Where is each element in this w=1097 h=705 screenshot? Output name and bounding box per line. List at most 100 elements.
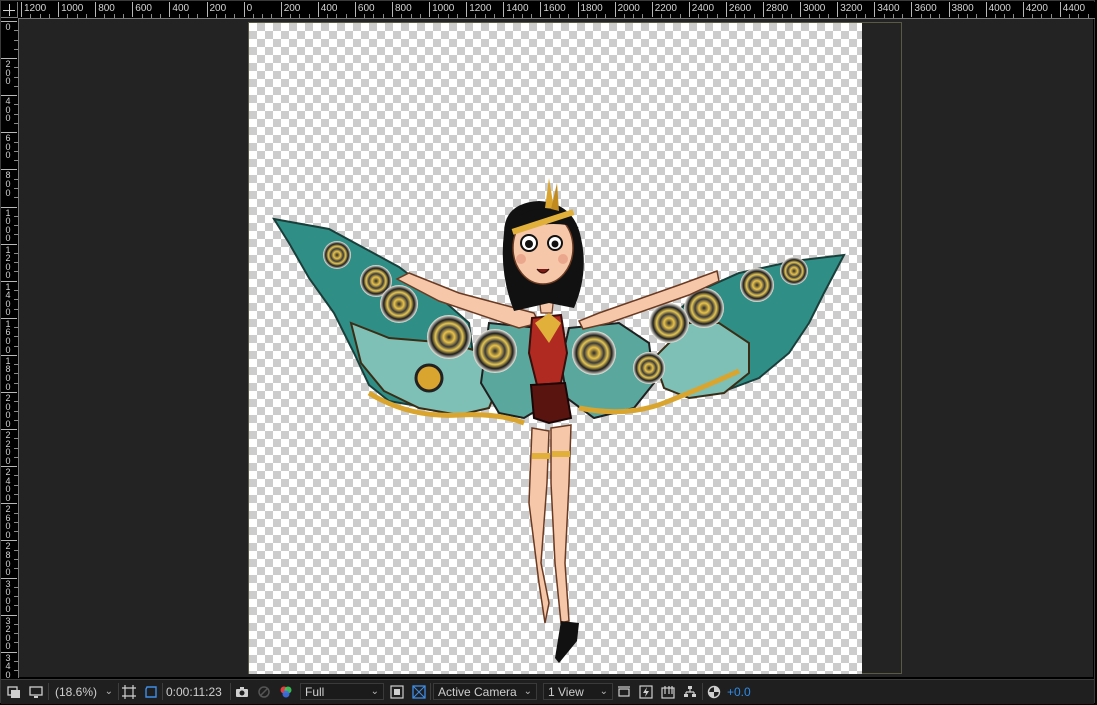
pixel-aspect-icon[interactable] [617,683,631,700]
ruler-tick-text: 2800 [5,541,11,578]
rgb-channel-icon[interactable] [279,683,293,700]
ruler-tick-text: 1000 [5,207,11,244]
camera-view-dropdown[interactable]: Active Camera ⌄ [433,683,537,700]
composition-viewport[interactable] [19,19,1093,677]
chevron-down-icon: ⌄ [370,686,379,697]
mask-visibility-icon[interactable] [144,683,158,700]
ruler-tick-text: 1000 [61,3,84,14]
ruler-tick-text: 3400 [5,652,11,678]
chevron-down-icon: ⌄ [523,686,532,697]
ruler-tick-text: 1200 [5,244,11,281]
horizontal-ruler[interactable]: 1200 1000 800 600 400 200 0 200 400 600 800 1000 120… [18,2,1095,19]
camera-icon[interactable] [235,683,249,700]
chevron-down-icon: ⌄ [599,686,608,697]
fairy-head [502,178,584,311]
ruler-tick-text: 3200 [5,615,11,652]
ruler-tick-text: 1600 [543,3,566,14]
ruler-tick-label: 0 [243,2,252,17]
fairy-artwork-layer[interactable] [249,23,862,674]
ruler-tick-label: 1600 [540,2,566,17]
region-of-interest-icon[interactable] [390,683,404,700]
ruler-tick-text: 3000 [5,578,11,615]
resolution-dropdown[interactable]: Full ⌄ [300,683,384,700]
ruler-tick-text: 1200 [469,3,492,14]
transparency-grid-icon[interactable] [412,683,426,700]
magnification-dropdown[interactable]: (18.6%) ⌄ [51,683,117,700]
ruler-tick-label: 3800 [948,2,974,17]
ruler-tick-text: 400 [5,96,11,124]
ruler-tick-label: 200 [206,2,226,17]
ruler-tick-text: 2000 [5,393,11,429]
ruler-tick-label: 600 [354,2,375,17]
ruler-tick-text: 200 [283,3,301,14]
reset-exposure-icon[interactable] [707,683,721,700]
ruler-tick-text: 1000 [432,3,455,14]
ruler-tick-label: 3600 [911,2,937,17]
ruler-tick-label: 4200 [1022,2,1048,17]
ruler-tick-text: 600 [135,3,152,14]
ruler-tick-text: 4400 [1062,3,1086,14]
resolution-value: Full [305,684,325,699]
ruler-tick-label: 3200 [837,2,862,17]
ruler-tick-label: 400 [169,2,189,17]
ruler-tick-label: 2400 [688,2,714,17]
view-layout-dropdown[interactable]: 1 View ⌄ [543,683,613,700]
ruler-tick-label: 4400 [1059,2,1085,17]
ruler-tick-text: 1600 [5,318,11,355]
ruler-tick-text: 2600 [5,504,11,541]
ruler-tick-text: 3400 [877,3,900,14]
ruler-tick-text: 2200 [5,430,11,466]
fast-preview-icon[interactable] [639,683,653,700]
vertical-ruler[interactable]: 0 200 400 600 800 1000 1200 1400 1600 1800 2000 220… [1,18,19,678]
ruler-tick-text: 800 [98,3,115,14]
ruler-tick-label: 2600 [725,2,751,17]
ruler-tick-text: 2400 [691,3,715,14]
ruler-tick-text: 800 [395,3,412,14]
exposure-text: +0.0 [727,684,751,699]
camera-value: Active Camera [438,684,517,699]
ruler-tick-label: 1200 [21,2,46,17]
ruler-tick-text: 600 [5,133,11,161]
ruler-tick-text: 1800 [580,3,603,14]
ruler-tick-text: 400 [172,3,190,14]
ruler-tick-text: 1400 [5,281,11,318]
always-preview-icon[interactable] [7,683,21,700]
ruler-origin[interactable] [1,2,18,18]
ruler-tick-text: 3000 [803,3,826,14]
ruler-tick-text: 800 [5,170,11,198]
flowchart-icon[interactable] [683,683,697,700]
ruler-tick-text: 200 [209,3,227,14]
ruler-tick-text: 4200 [1025,3,1048,14]
ruler-tick-label: 1000 [429,2,454,17]
ruler-tick-text: 3200 [840,3,863,14]
ruler-tick-text: 1800 [5,355,11,392]
ruler-tick-text: 2000 [617,3,640,14]
show-snapshot-icon[interactable] [257,683,271,700]
exposure-value[interactable]: +0.0 [727,683,751,700]
magnification-value: (18.6%) [55,684,98,699]
ruler-tick-label: 3400 [874,2,900,17]
ruler-tick-label: 800 [95,2,115,17]
ruler-tick-label: 2200 [651,2,677,17]
current-time: 0:00:11:23 [166,684,222,699]
ruler-tick-label: 1000 [58,2,83,17]
chevron-down-icon: ⌄ [104,686,113,697]
ruler-tick-text: 2200 [654,3,677,14]
views-value: 1 View [548,684,584,699]
composition-canvas[interactable] [249,23,862,674]
timecode-display[interactable]: 0:00:11:23 [166,683,222,700]
ruler-tick-text: 2400 [5,467,11,503]
ruler-tick-text: 0 [246,3,253,14]
ruler-tick-label: 400 [317,2,337,17]
ruler-tick-text: 0 [5,22,11,32]
ruler-tick-label: 800 [392,2,412,17]
grid-guides-icon[interactable] [122,683,136,700]
ruler-tick-label: 3400 [1,651,17,678]
ruler-tick-text: 2800 [766,3,789,14]
ruler-tick-text: 600 [357,3,375,14]
timeline-icon[interactable] [661,683,675,700]
ruler-tick-label: 2800 [763,2,788,17]
ruler-tick-text: 3600 [914,3,937,14]
ruler-tick-text: 400 [320,3,338,14]
monitor-icon[interactable] [29,683,43,700]
